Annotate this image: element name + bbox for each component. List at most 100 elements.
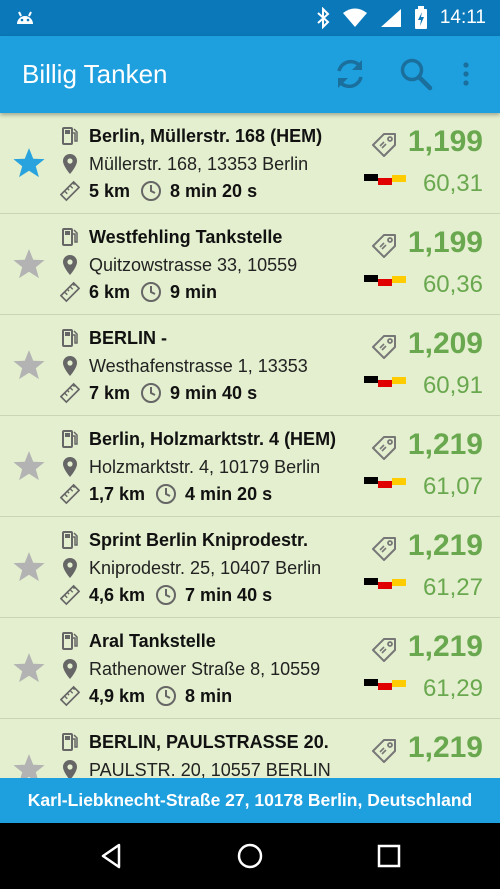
station-name: BERLIN -	[89, 327, 167, 348]
price-tag-icon	[372, 739, 396, 763]
app-bar: Billig Tanken	[0, 36, 500, 113]
station-name: BERLIN, PAULSTRASSE 20.	[89, 731, 329, 752]
fuel-price: 1,199	[407, 226, 483, 259]
station-address: Rathenower Straße 8, 10559	[89, 658, 321, 679]
favorite-star-icon[interactable]	[12, 550, 46, 584]
station-row[interactable]: Sprint Berlin Kniprodestr. Kniprodestr. …	[0, 517, 500, 618]
station-row[interactable]: BERLIN - Westhafenstrasse 1, 13353 7 km 9…	[0, 315, 500, 416]
price-tag-icon	[372, 537, 396, 561]
total-cost: 60,91	[422, 372, 483, 399]
ruler-icon	[60, 281, 80, 303]
fuel-pump-icon	[60, 226, 80, 248]
location-pin-icon	[60, 557, 80, 579]
station-list[interactable]: Berlin, Müllerstr. 168 (HEM) Müllerstr. …	[0, 113, 500, 778]
total-cost: 61,27	[422, 574, 483, 601]
station-distance: 6 km	[89, 281, 131, 302]
navigation-bar	[0, 823, 500, 889]
fuel-price: 1,219	[407, 731, 483, 764]
total-cost: 61,07	[422, 473, 483, 500]
station-row[interactable]: Westfehling Tankstelle Quitzowstrasse 33…	[0, 214, 500, 315]
favorite-star-icon[interactable]	[12, 449, 46, 483]
station-address: Kniprodestr. 25, 10407 Berlin	[89, 557, 322, 578]
current-location-bar[interactable]: Karl-Liebknecht-Straße 27, 10178 Berlin,…	[0, 778, 500, 823]
clock-icon	[155, 584, 177, 606]
clock-icon	[155, 685, 177, 707]
station-distance: 1,7 km	[89, 483, 146, 504]
station-address: Müllerstr. 168, 13353 Berlin	[89, 153, 309, 174]
german-flag-icon	[364, 376, 406, 387]
search-icon[interactable]	[396, 54, 436, 94]
fuel-pump-icon	[60, 630, 80, 652]
station-row[interactable]: Berlin, Müllerstr. 168 (HEM) Müllerstr. …	[0, 113, 500, 214]
station-name: Sprint Berlin Kniprodestr.	[89, 529, 309, 550]
fuel-pump-icon	[60, 428, 80, 450]
location-pin-icon	[60, 355, 80, 377]
station-name: Berlin, Holzmarktstr. 4 (HEM)	[89, 428, 337, 449]
station-distance: 4,9 km	[89, 685, 146, 706]
fuel-price: 1,219	[407, 630, 483, 663]
fuel-price: 1,209	[407, 327, 483, 360]
refresh-icon[interactable]	[330, 54, 370, 94]
german-flag-icon	[364, 578, 406, 589]
bluetooth-icon	[316, 7, 330, 29]
back-icon[interactable]	[94, 839, 128, 873]
station-address: Holzmarktstr. 4, 10179 Berlin	[89, 456, 321, 477]
ruler-icon	[60, 483, 80, 505]
price-tag-icon	[372, 133, 396, 157]
ruler-icon	[60, 180, 80, 202]
german-flag-icon	[364, 477, 406, 488]
clock-time: 14:11	[439, 7, 486, 28]
total-cost: 60,31	[422, 170, 483, 197]
station-duration: 4 min 20 s	[185, 483, 273, 504]
price-tag-icon	[372, 234, 396, 258]
location-pin-icon	[60, 254, 80, 276]
favorite-star-icon[interactable]	[12, 348, 46, 382]
recents-icon[interactable]	[372, 839, 406, 873]
signal-icon	[380, 8, 402, 28]
station-distance: 7 km	[89, 382, 131, 403]
clock-icon	[155, 483, 177, 505]
ruler-icon	[60, 382, 80, 404]
station-address: Quitzowstrasse 33, 10559	[89, 254, 298, 275]
german-flag-icon	[364, 275, 406, 286]
station-name: Aral Tankstelle	[89, 630, 216, 651]
station-duration: 9 min	[170, 281, 218, 302]
station-address: Westhafenstrasse 1, 13353	[89, 355, 308, 376]
station-row[interactable]: Aral Tankstelle Rathenower Straße 8, 105…	[0, 618, 500, 719]
german-flag-icon	[364, 679, 406, 690]
price-tag-icon	[372, 436, 396, 460]
favorite-star-icon[interactable]	[12, 247, 46, 281]
fuel-price: 1,219	[407, 428, 483, 461]
station-duration: 8 min 20 s	[170, 180, 258, 201]
fuel-price: 1,199	[407, 125, 483, 158]
home-icon[interactable]	[233, 839, 267, 873]
clock-icon	[140, 281, 162, 303]
station-distance: 4,6 km	[89, 584, 146, 605]
price-tag-icon	[372, 638, 396, 662]
station-row[interactable]: BERLIN, PAULSTRASSE 20. PAULSTR. 20, 105…	[0, 719, 500, 778]
station-duration: 9 min 40 s	[170, 382, 258, 403]
price-tag-icon	[372, 335, 396, 359]
fuel-pump-icon	[60, 731, 80, 753]
station-distance: 5 km	[89, 180, 131, 201]
station-name: Berlin, Müllerstr. 168 (HEM)	[89, 125, 323, 146]
station-name: Westfehling Tankstelle	[89, 226, 283, 247]
location-pin-icon	[60, 153, 80, 175]
station-duration: 8 min	[185, 685, 233, 706]
ruler-icon	[60, 685, 80, 707]
fuel-pump-icon	[60, 327, 80, 349]
station-duration: 7 min 40 s	[185, 584, 273, 605]
total-cost: 61,29	[422, 675, 483, 702]
favorite-star-icon[interactable]	[12, 752, 46, 778]
german-flag-icon	[364, 174, 406, 185]
station-address: PAULSTR. 20, 10557 BERLIN	[89, 759, 331, 779]
favorite-star-icon[interactable]	[12, 146, 46, 180]
android-icon	[14, 8, 36, 33]
station-row[interactable]: Berlin, Holzmarktstr. 4 (HEM) Holzmarkts…	[0, 416, 500, 517]
fuel-pump-icon	[60, 529, 80, 551]
location-pin-icon	[60, 759, 80, 778]
clock-icon	[140, 180, 162, 202]
overflow-menu-icon[interactable]	[446, 54, 486, 94]
favorite-star-icon[interactable]	[12, 651, 46, 685]
location-pin-icon	[60, 658, 80, 680]
